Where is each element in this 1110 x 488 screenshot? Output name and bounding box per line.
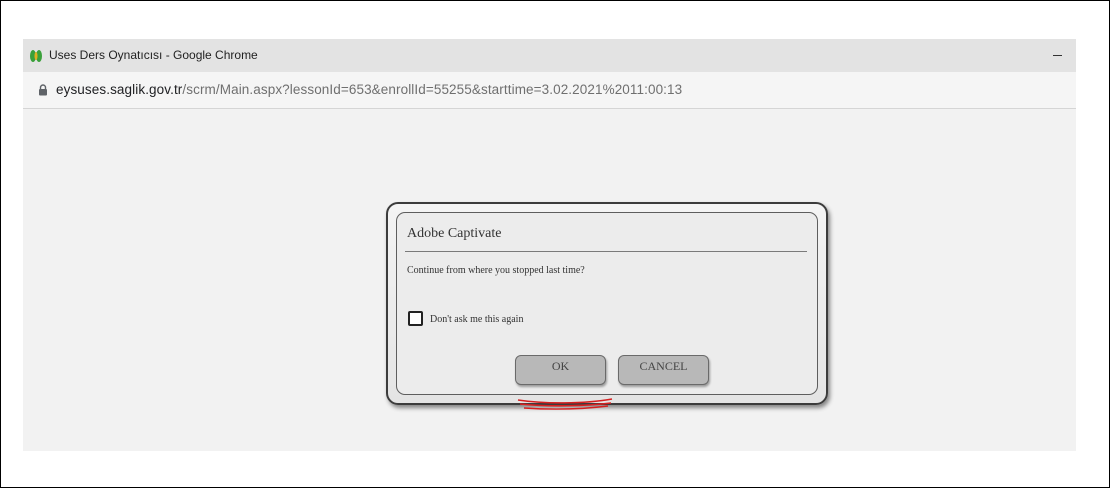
dialog-title: Adobe Captivate (407, 226, 502, 241)
lock-icon[interactable] (38, 84, 48, 96)
dialog-message: Continue from where you stopped last tim… (407, 265, 585, 276)
cancel-button[interactable]: CANCEL (618, 355, 709, 385)
dont-ask-again-checkbox[interactable] (408, 311, 423, 326)
url-domain: eysuses.saglik.gov.tr (56, 82, 183, 97)
url-text[interactable]: eysuses.saglik.gov.tr/scrm/Main.aspx?les… (56, 82, 682, 97)
dialog-panel: Adobe Captivate Continue from where you … (396, 212, 818, 395)
red-underline-annotation (517, 398, 613, 410)
url-path: /scrm/Main.aspx?lessonId=653&enrollId=55… (182, 82, 683, 97)
minimize-icon (1052, 54, 1062, 56)
screenshot-frame: Uses Ders Oynatıcısı - Google Chrome eys… (0, 0, 1110, 488)
dont-ask-again-label[interactable]: Don't ask me this again (430, 314, 523, 325)
ok-button[interactable]: OK (515, 355, 606, 385)
uses-logo-icon (30, 50, 42, 62)
title-bar[interactable]: Uses Ders Oynatıcısı - Google Chrome (23, 39, 1076, 72)
captivate-dialog: Adobe Captivate Continue from where you … (386, 202, 828, 405)
minimize-button[interactable] (1046, 46, 1068, 64)
address-bar[interactable]: eysuses.saglik.gov.tr/scrm/Main.aspx?les… (23, 72, 1076, 109)
dialog-divider (405, 251, 807, 252)
window-title: Uses Ders Oynatıcısı - Google Chrome (49, 48, 258, 62)
